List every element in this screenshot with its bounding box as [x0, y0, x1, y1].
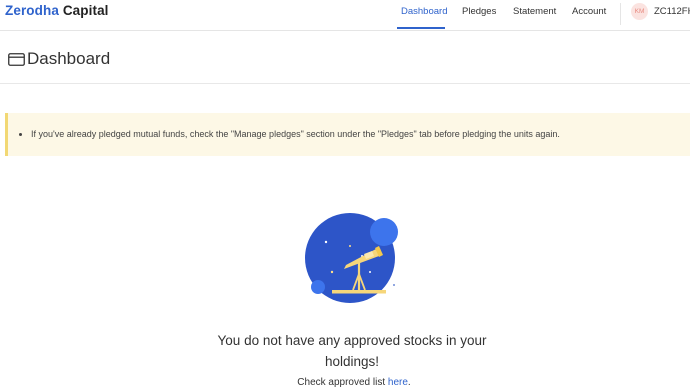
user-id[interactable]: ZC112FHJ [654, 6, 690, 17]
card-icon [8, 53, 25, 66]
notice-list: If you've already pledged mutual funds, … [8, 128, 560, 140]
nav-pledges[interactable]: Pledges [462, 6, 496, 17]
top-navbar: Zerodha Capital Dashboard Pledges Statem… [0, 0, 690, 31]
approved-list-prefix: Check approved list [297, 377, 388, 388]
nav-divider [620, 3, 621, 25]
nav-dashboard[interactable]: Dashboard [401, 6, 447, 17]
empty-state-title: You do not have any approved stocks in y… [0, 330, 690, 372]
telescope-illustration [305, 213, 398, 303]
empty-state-line1: You do not have any approved stocks in y… [217, 333, 487, 348]
page-header: Dashboard [0, 31, 690, 84]
pledge-notice: If you've already pledged mutual funds, … [5, 113, 690, 156]
empty-state-line2: holdings! [324, 354, 380, 369]
active-tab-indicator [397, 27, 445, 29]
empty-state-subtext: Check approved list here. [0, 377, 690, 388]
logo-brand: Zerodha [5, 3, 59, 18]
nav-statement[interactable]: Statement [513, 6, 556, 17]
illustration-moon [370, 218, 398, 246]
avatar[interactable]: KM [631, 3, 648, 20]
nav-account[interactable]: Account [572, 6, 606, 17]
page-title: Dashboard [27, 49, 111, 68]
approved-list-suffix: . [407, 377, 411, 388]
logo-sub: Capital [62, 3, 109, 18]
notice-text: If you've already pledged mutual funds, … [31, 128, 560, 140]
illustration-planet [311, 280, 325, 294]
approved-list-link[interactable]: here [388, 377, 408, 388]
logo[interactable]: Zerodha Capital [5, 3, 109, 18]
